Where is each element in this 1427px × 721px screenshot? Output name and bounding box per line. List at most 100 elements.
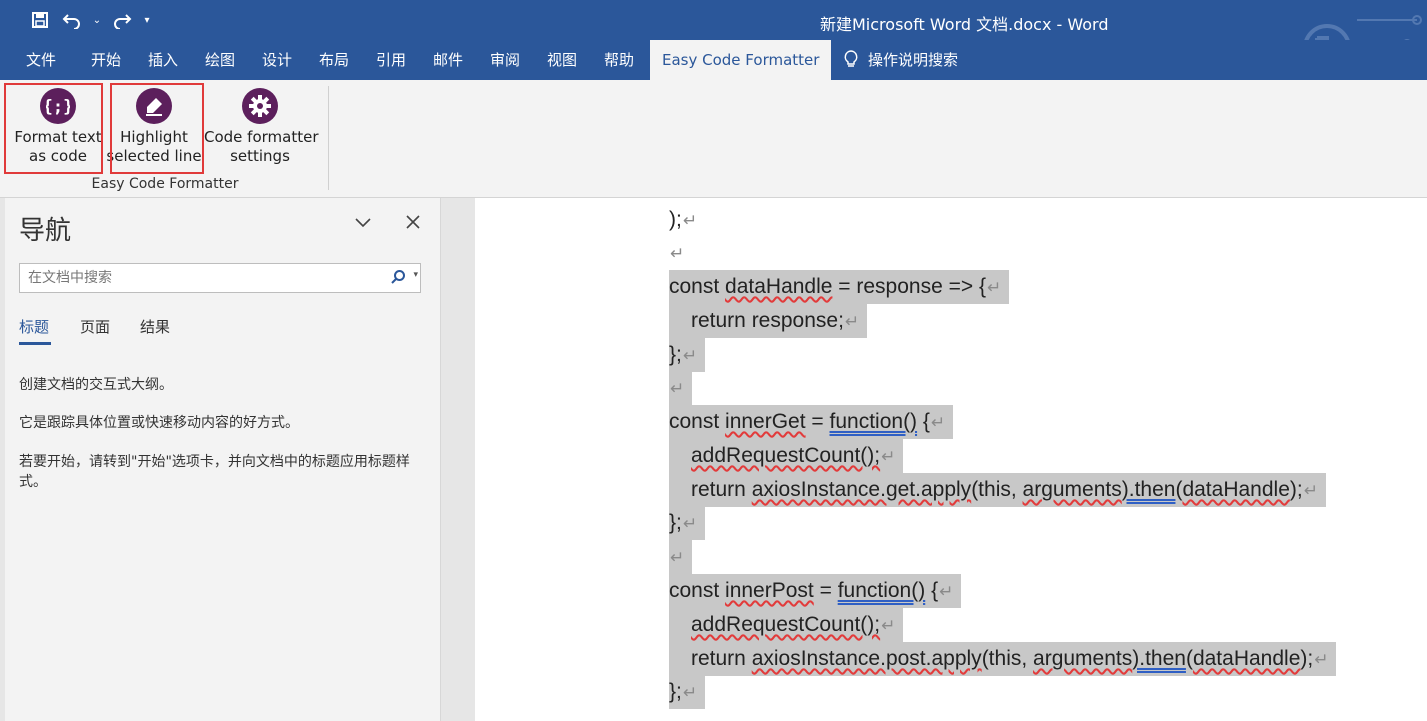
- tell-me-search[interactable]: 操作说明搜索: [844, 40, 958, 80]
- ribbon-group-separator: [328, 86, 329, 190]
- code-line: };↵: [669, 675, 706, 709]
- undo-button[interactable]: [60, 8, 84, 32]
- method-then: ).then: [1132, 647, 1186, 670]
- identifier-dataHandle: dataHandle: [1182, 478, 1290, 501]
- tab-view[interactable]: 视图: [547, 40, 577, 80]
- code-line: addRequestCount();↵: [669, 608, 904, 642]
- nav-tab-pages[interactable]: 页面: [80, 316, 110, 337]
- gear-icon: [242, 88, 278, 124]
- code-line: const innerGet = function() {↵: [669, 405, 954, 439]
- paragraph-mark: ↵: [930, 413, 946, 432]
- nav-tab-results[interactable]: 结果: [140, 316, 170, 337]
- tab-layout[interactable]: 布局: [319, 40, 349, 80]
- paragraph-mark: ↵: [682, 346, 698, 365]
- navigation-pane: 导航 ▾ 标题 页面 结果 创建文档的交互式大纲。 它是跟踪具体位置或快速移动内…: [5, 198, 441, 721]
- paragraph-mark: ↵: [881, 616, 896, 635]
- code-text: };: [669, 680, 682, 703]
- save-button[interactable]: [28, 8, 52, 32]
- settings-label-2: settings: [230, 147, 290, 165]
- code-text: };: [669, 511, 682, 534]
- code-line: );↵: [669, 203, 697, 237]
- paragraph-mark: ↵: [682, 211, 698, 230]
- paragraph-mark: ↵: [670, 379, 685, 398]
- close-pane-icon[interactable]: [401, 212, 425, 236]
- paragraph-mark: ↵: [844, 312, 860, 331]
- nav-help-text-3: 若要开始，请转到"开始"选项卡，并向文档中的标题应用标题样式。: [19, 454, 410, 490]
- tab-easy-code-formatter[interactable]: Easy Code Formatter: [650, 40, 832, 80]
- window-title: 新建Microsoft Word 文档.docx - Word: [820, 15, 1109, 34]
- tab-insert[interactable]: 插入: [148, 40, 178, 80]
- tab-home[interactable]: 开始: [91, 40, 121, 80]
- nav-help-text-2: 它是跟踪具体位置或快速移动内容的好方式。: [19, 415, 299, 431]
- settings-label-1: Code formatter: [204, 128, 319, 146]
- quick-access-toolbar: ⌄ ▾: [28, 8, 152, 32]
- lightbulb-icon: [844, 50, 858, 67]
- identifier-innerGet: innerGet: [725, 410, 806, 433]
- identifier-dataHandle: dataHandle: [725, 275, 833, 298]
- identifier-arguments: arguments: [1022, 478, 1122, 501]
- method-then: ).then: [1121, 478, 1176, 501]
- paragraph-mark: ↵: [987, 278, 1002, 297]
- word-window: ⌄ ▾ 新建Microsoft Word 文档.docx - Word 文件 开…: [0, 0, 1427, 721]
- ribbon: {;} Format text as code Highlight select…: [0, 80, 1427, 198]
- code-line: };↵: [669, 338, 706, 372]
- identifier-axiosInstance-get: axiosInstance.get.apply: [751, 478, 972, 501]
- tab-mailings[interactable]: 邮件: [433, 40, 463, 80]
- tab-help[interactable]: 帮助: [604, 40, 634, 80]
- undo-dropdown-chevron-icon[interactable]: ⌄: [92, 8, 102, 32]
- paragraph-mark: ↵: [670, 548, 685, 567]
- callout-box-highlight: [110, 83, 204, 174]
- paragraph-mark: ↵: [1314, 650, 1329, 669]
- save-icon: [32, 12, 48, 28]
- undo-icon: [62, 14, 80, 29]
- tab-review[interactable]: 审阅: [490, 40, 520, 80]
- code-line: return response;↵: [669, 304, 868, 338]
- code-line: ↵: [669, 236, 684, 270]
- search-options-chevron-icon[interactable]: ▾: [413, 270, 418, 280]
- ribbon-group-label: Easy Code Formatter: [91, 176, 239, 192]
- nav-help-text-1: 创建文档的交互式大纲。: [19, 377, 173, 393]
- paragraph-mark: ↵: [1303, 481, 1318, 500]
- code-text: return response;: [691, 309, 844, 332]
- code-line: return axiosInstance.get.apply(this, arg…: [669, 473, 1326, 507]
- code-line: };↵: [669, 506, 706, 540]
- paragraph-mark: ↵: [939, 582, 954, 601]
- identifier-dataHandle: dataHandle: [1192, 647, 1301, 670]
- document-page[interactable]: );↵ ↵ const dataHandle = response => {↵ …: [475, 198, 1427, 721]
- tab-file[interactable]: 文件: [26, 40, 56, 80]
- document-search-input[interactable]: [20, 264, 380, 292]
- code-formatter-settings-button[interactable]: Code formatter settings: [204, 88, 319, 166]
- code-text: addRequestCount();: [691, 613, 881, 636]
- document-search-box: ▾: [19, 263, 421, 293]
- code-text: addRequestCount();: [691, 444, 881, 467]
- paragraph-mark: ↵: [682, 683, 698, 702]
- pane-options-chevron-icon[interactable]: [351, 212, 375, 236]
- redo-button[interactable]: [110, 8, 134, 32]
- tab-draw[interactable]: 绘图: [205, 40, 235, 80]
- tab-design[interactable]: 设计: [262, 40, 292, 80]
- search-icon[interactable]: [390, 269, 406, 285]
- code-line: const innerPost = function() {↵: [669, 574, 962, 608]
- document-gutter: [441, 198, 475, 721]
- redo-icon: [114, 14, 132, 29]
- tell-me-label: 操作说明搜索: [868, 51, 959, 69]
- identifier-innerPost: innerPost: [725, 579, 814, 602]
- nav-pane-title: 导航: [19, 216, 72, 246]
- tab-references[interactable]: 引用: [376, 40, 406, 80]
- code-text: };: [669, 343, 682, 366]
- code-line: ↵: [669, 540, 693, 574]
- customize-toolbar-icon[interactable]: ▾: [142, 8, 152, 32]
- keyword-function: function(): [837, 579, 926, 602]
- code-line: addRequestCount();↵: [669, 439, 904, 473]
- identifier-arguments: arguments: [1033, 647, 1133, 670]
- code-line: return axiosInstance.post.apply(this, ar…: [669, 642, 1337, 676]
- paragraph-mark: ↵: [670, 244, 685, 263]
- title-bar: ⌄ ▾ 新建Microsoft Word 文档.docx - Word: [0, 0, 1427, 72]
- nav-tab-headings[interactable]: 标题: [19, 316, 49, 337]
- active-tab-indicator: [19, 342, 51, 345]
- identifier-axiosInstance-post: axiosInstance.post.apply: [751, 647, 982, 670]
- code-line: ↵: [669, 371, 693, 405]
- keyword-function: function(): [829, 410, 918, 433]
- code-text: );: [669, 208, 682, 231]
- paragraph-mark: ↵: [881, 447, 896, 466]
